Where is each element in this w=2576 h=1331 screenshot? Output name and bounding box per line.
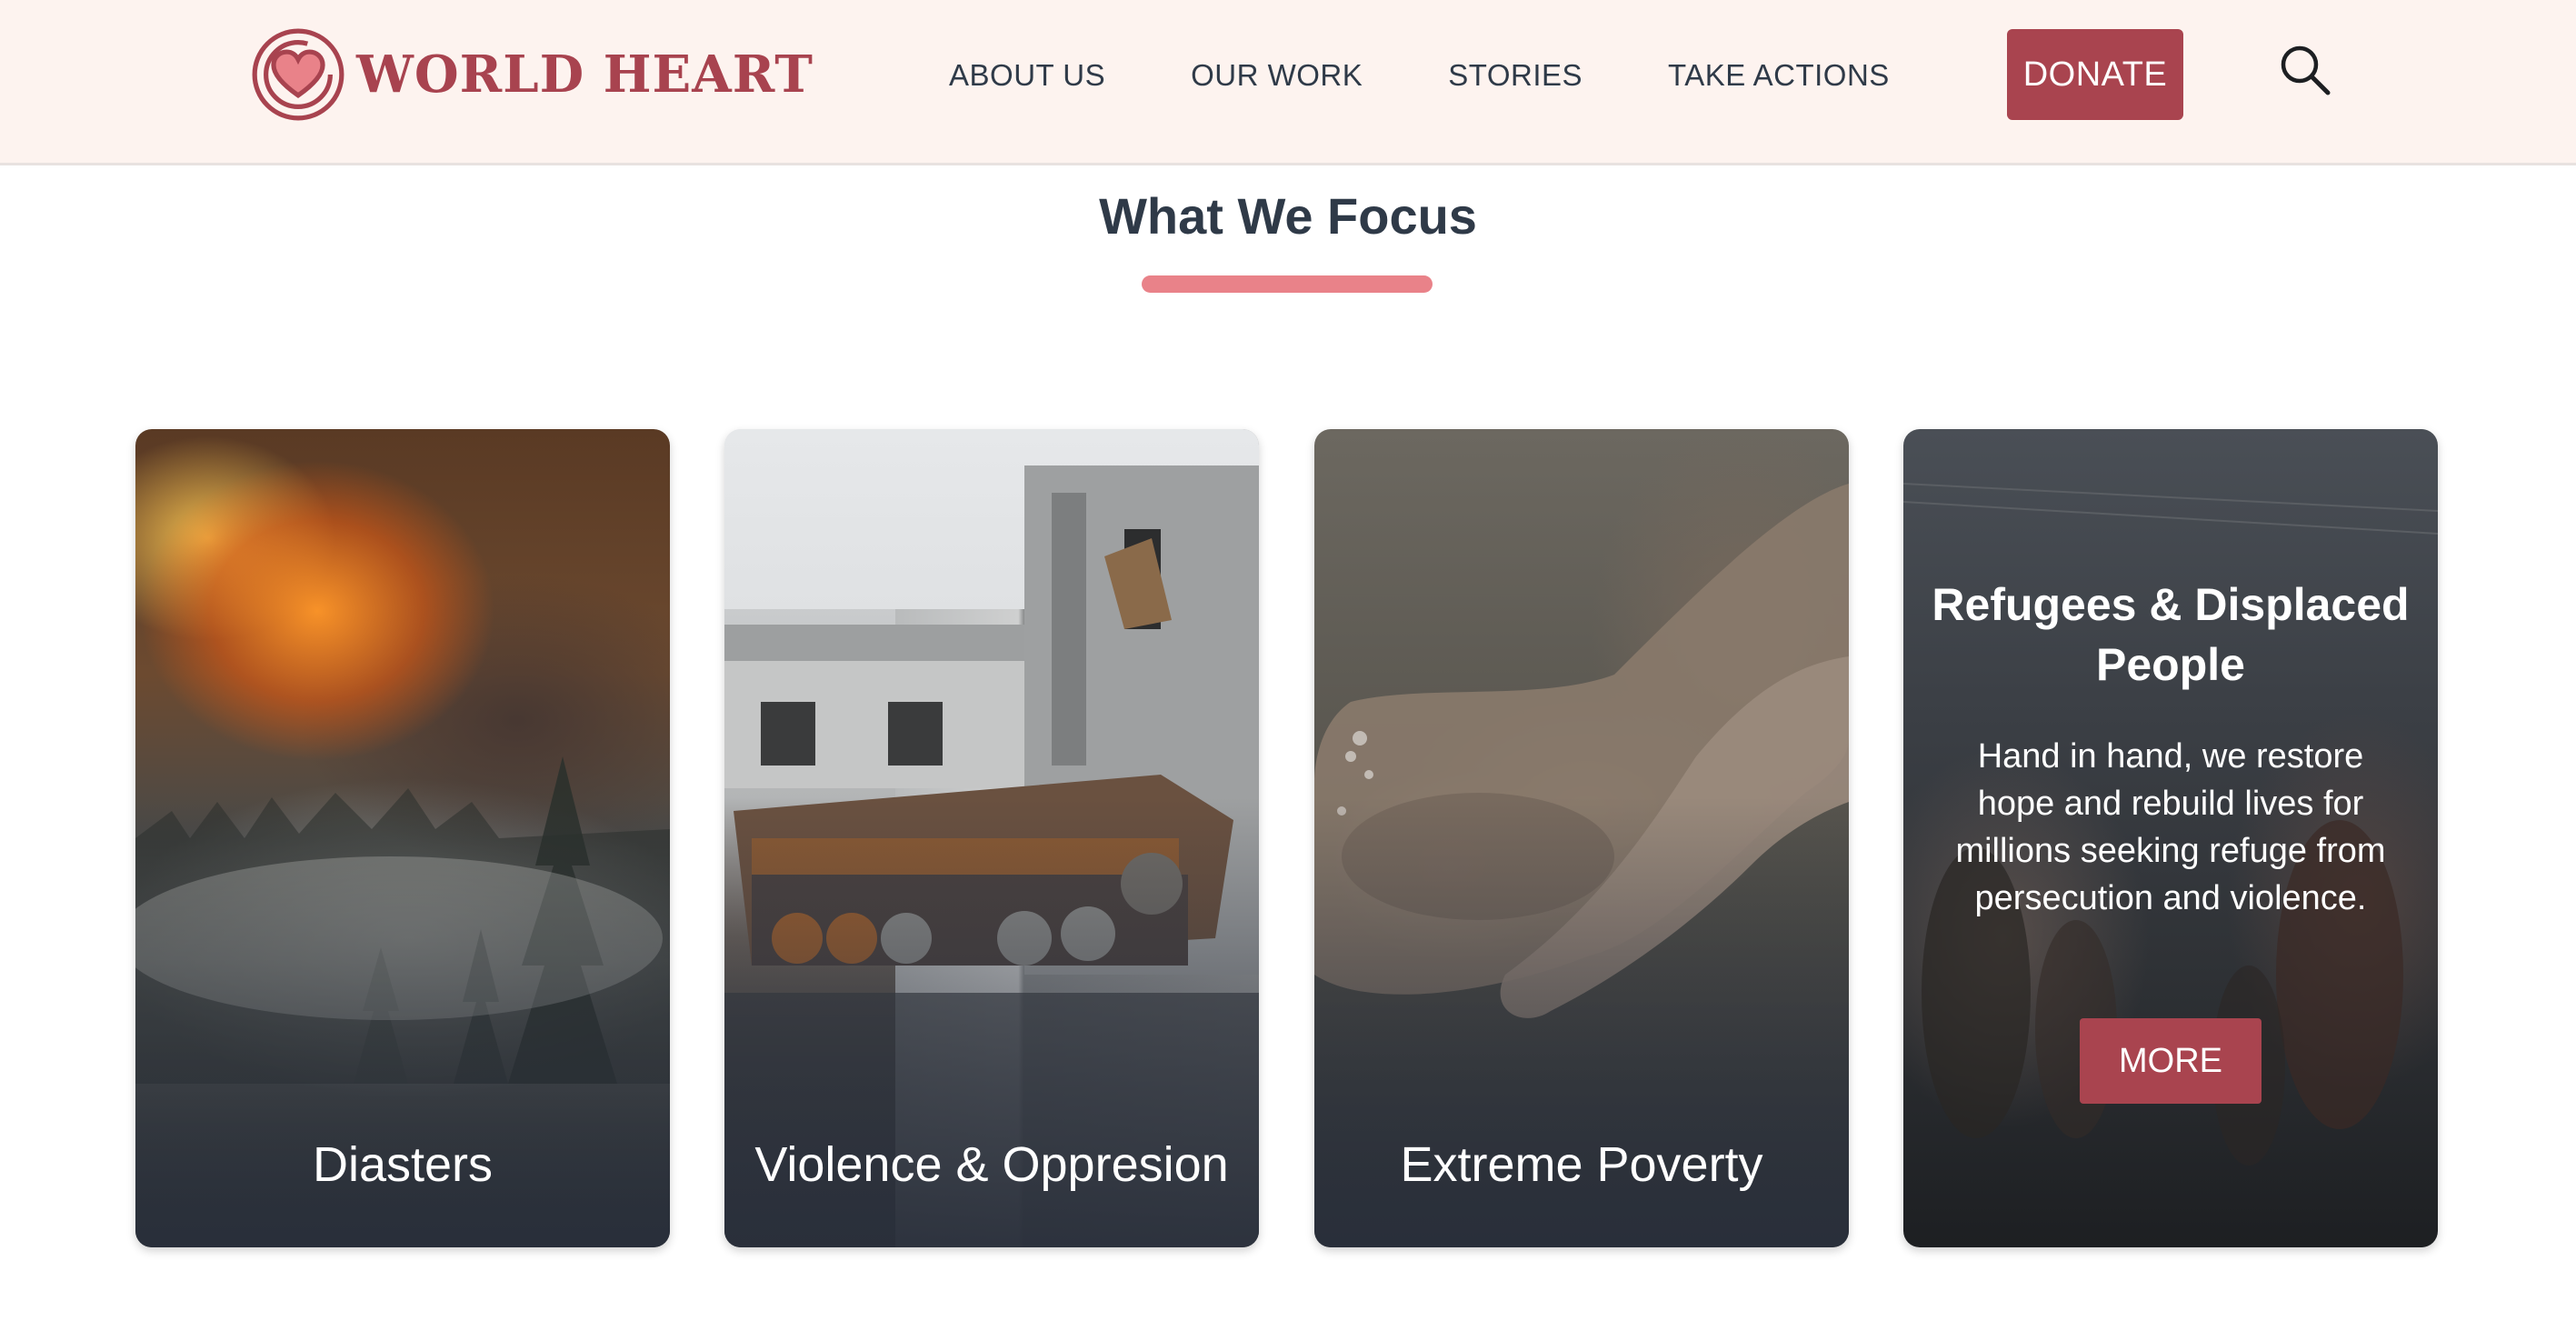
section-title: What We Focus (1099, 187, 1477, 245)
focus-card-refugees[interactable]: Refugees & Displaced People Hand in hand… (1903, 429, 2438, 1247)
card-title: Refugees & Displaced People (1932, 579, 2410, 690)
main-nav: ABOUT US OUR WORK STORIES TAKE ACTIONS (949, 55, 1890, 96)
logo[interactable]: WORLD HEART (251, 27, 814, 122)
card-description: Hand in hand, we restore hope and rebuil… (1955, 737, 2386, 917)
more-button[interactable]: MORE (2080, 1018, 2261, 1104)
nav-take-actions[interactable]: TAKE ACTIONS (1668, 55, 1890, 96)
focus-card-poverty[interactable]: Extreme Poverty (1314, 429, 1849, 1247)
card-title: Violence & Oppresion (754, 1137, 1229, 1192)
focus-card-violence[interactable]: Violence & Oppresion (724, 429, 1259, 1247)
card-title: Diasters (312, 1137, 494, 1192)
search-icon[interactable] (2277, 42, 2333, 98)
focus-card-disasters[interactable]: Diasters (135, 429, 670, 1247)
nav-our-work[interactable]: OUR WORK (1191, 55, 1363, 96)
title-underline (1142, 275, 1433, 293)
nav-stories[interactable]: STORIES (1448, 55, 1583, 96)
heart-logo-icon (252, 28, 344, 121)
donate-button[interactable]: DONATE (2007, 29, 2183, 120)
nav-about-us[interactable]: ABOUT US (949, 55, 1105, 96)
card-title: Extreme Poverty (1400, 1137, 1763, 1192)
site-header: WORLD HEART ABOUT US OUR WORK STORIES TA… (0, 0, 2576, 165)
logo-text: WORLD HEART (356, 45, 814, 105)
